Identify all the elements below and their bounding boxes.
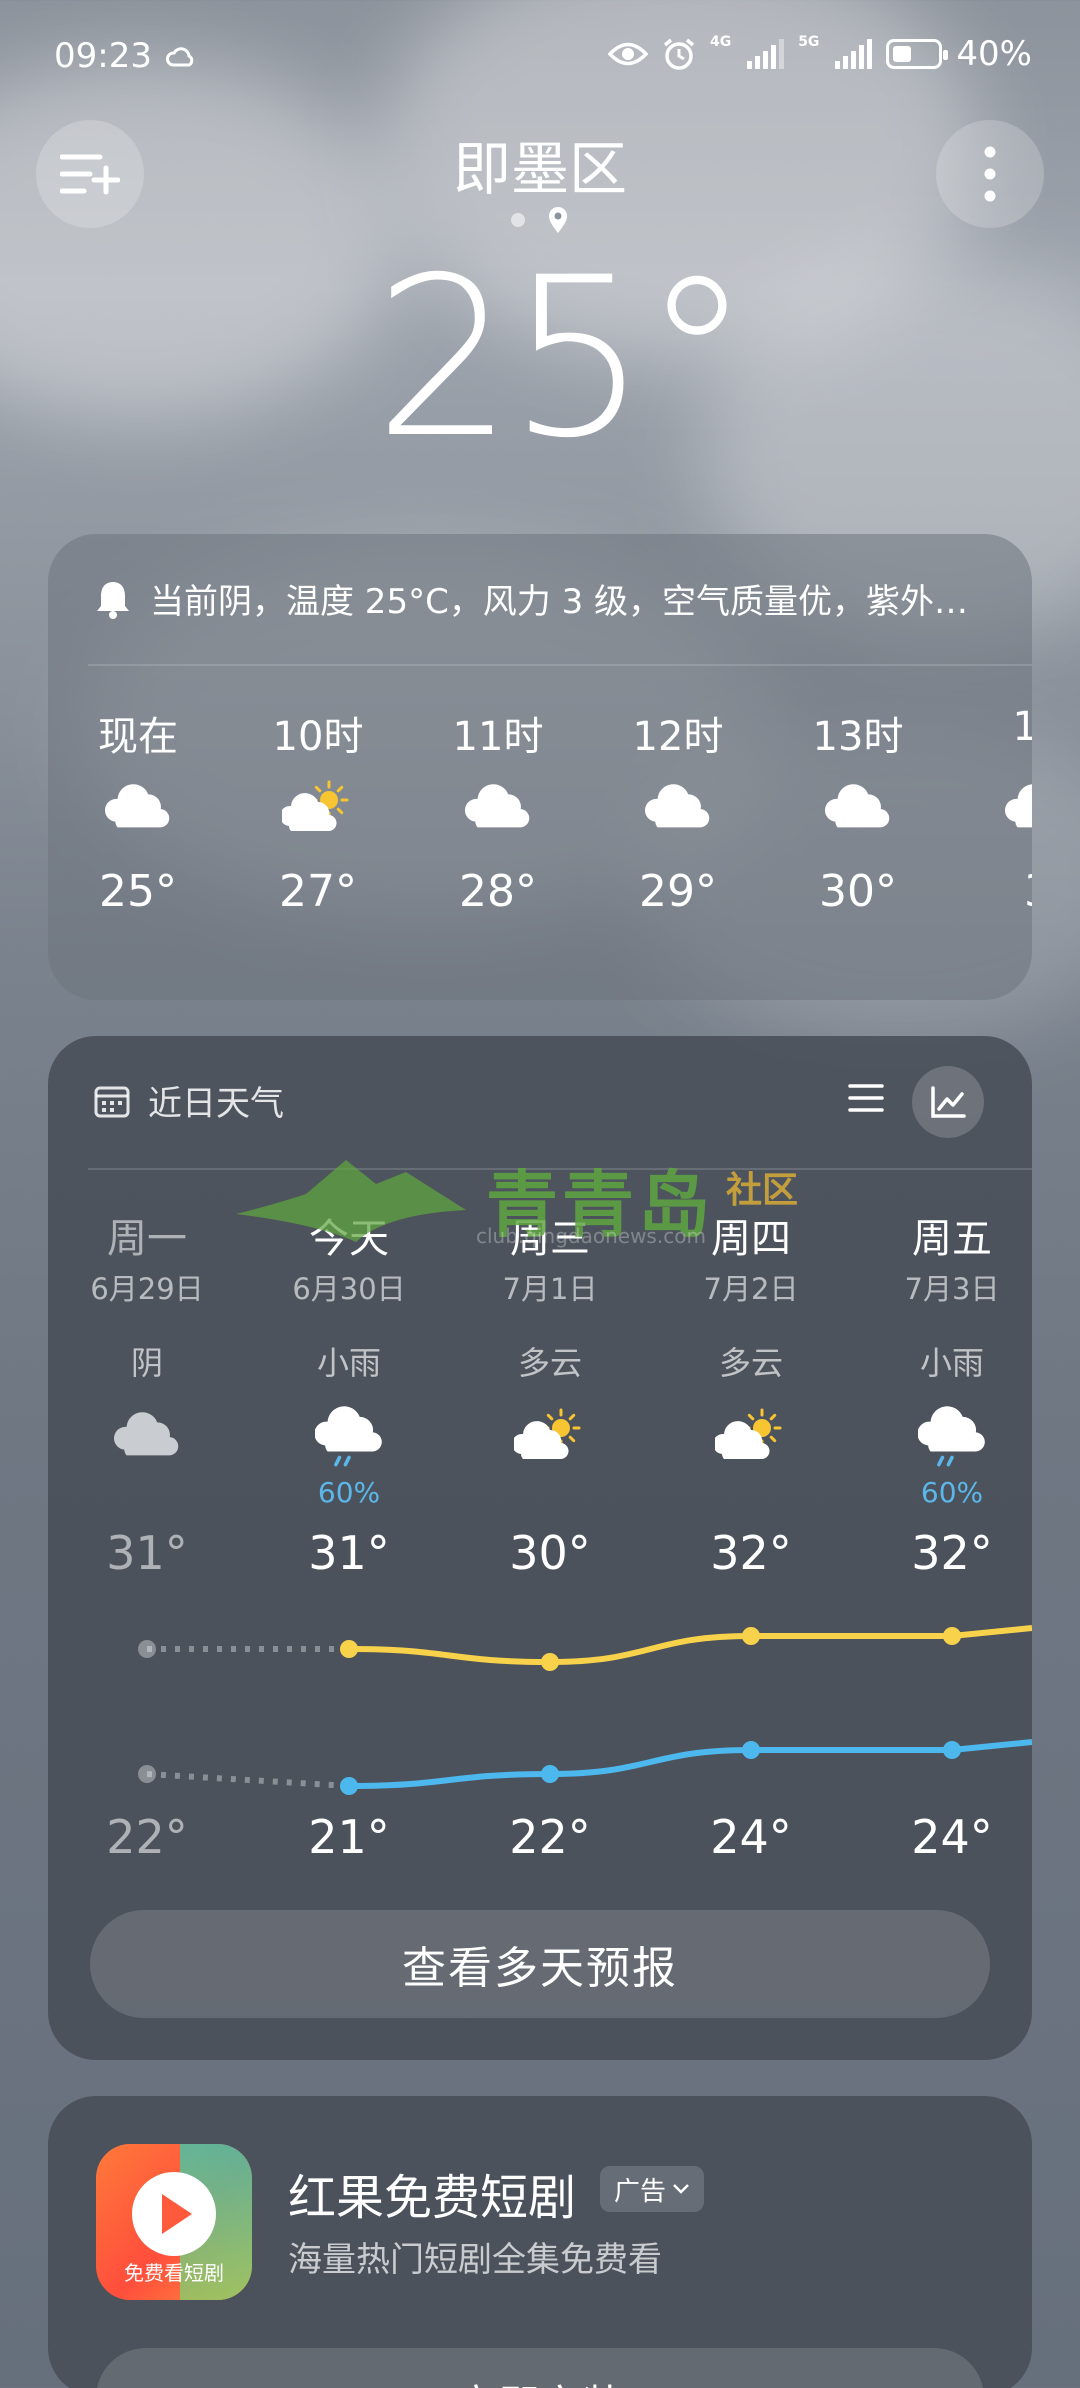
app-icon[interactable]: 免费看短剧 xyxy=(96,2144,252,2300)
cloudy-icon xyxy=(824,784,890,828)
hour-temp: 27° xyxy=(279,866,357,917)
ad-title[interactable]: 红果免费短剧 xyxy=(288,2158,576,2228)
status-bar: 09:23 4G 5G 40% xyxy=(0,0,1080,120)
low-temp-point xyxy=(138,1765,156,1783)
hourly-item: 14 3 xyxy=(948,704,1032,917)
hour-label: 13时 xyxy=(812,714,904,760)
cloudy-icon xyxy=(644,784,710,828)
hourly-item: 11时 28° xyxy=(408,704,588,917)
low-temp-line xyxy=(348,1739,1032,1789)
battery-level xyxy=(893,46,912,62)
hour-temp: 29° xyxy=(639,866,717,917)
current-temperature: 25° xyxy=(374,230,752,486)
low-temp-point xyxy=(742,1741,760,1759)
divider xyxy=(88,664,1032,666)
hourly-item: 12时 29° xyxy=(588,704,768,917)
daily-forecast-card: 近日天气 周一 6月29日 阴 31° 今天 6月30日 小雨 60% 31° … xyxy=(48,1036,1032,2060)
high-temp-point xyxy=(340,1640,358,1658)
high-temp-point xyxy=(742,1627,760,1645)
day-low-temp: 21° xyxy=(308,1810,390,1864)
app-icon-caption: 免费看短剧 xyxy=(124,2261,224,2285)
hour-label: 11时 xyxy=(452,714,544,760)
high-temp-point xyxy=(138,1640,156,1658)
hour-label: 10时 xyxy=(272,714,364,760)
status-icons: 4G 5G 40% xyxy=(607,34,1032,74)
hour-label: 14 xyxy=(1012,704,1032,750)
alarm-icon xyxy=(663,38,695,70)
chevron-down-icon xyxy=(673,2184,689,2194)
hour-label: 现在 xyxy=(98,714,178,760)
hour-temp: 28° xyxy=(459,866,537,917)
bell-icon xyxy=(97,581,129,619)
hour-temp: 3 xyxy=(948,866,1032,917)
cloudy-icon xyxy=(104,784,170,828)
day-low-temp: 24° xyxy=(710,1810,792,1864)
hour-temp: 30° xyxy=(819,866,897,917)
hour-icon xyxy=(588,760,768,856)
hour-icon xyxy=(948,760,1032,856)
ad-subtitle: 海量热门短剧全集免费看 xyxy=(288,2240,662,2280)
day-low-temp: 22° xyxy=(106,1810,188,1864)
signal-strength-icon-2 xyxy=(835,39,873,69)
low-temp-past-line xyxy=(146,1771,350,1789)
notice-text: 当前阴，温度 25°C，风力 3 级，空气质量优，紫外… xyxy=(150,582,969,622)
hour-icon xyxy=(48,760,228,856)
ad-card[interactable]: 免费看短剧 红果免费短剧 广告 海量热门短剧全集免费看 立即安装 xyxy=(48,2096,1032,2388)
network-type-4g: 4G xyxy=(709,34,732,50)
cloudy-icon xyxy=(1004,784,1032,828)
network-type-5g: 5G xyxy=(798,34,820,50)
signal-strength-icon xyxy=(747,39,785,69)
high-temp-point xyxy=(943,1627,961,1645)
temperature-trend-chart xyxy=(138,1625,1032,1795)
low-temp-point xyxy=(340,1777,358,1795)
partly-sunny-icon xyxy=(282,780,349,832)
hour-icon xyxy=(228,760,408,856)
page-dot xyxy=(511,213,525,227)
more-vertical-icon xyxy=(984,146,996,202)
high-temp-point xyxy=(541,1653,559,1671)
hour-icon xyxy=(408,760,588,856)
battery-percent: 40% xyxy=(956,34,1032,74)
weather-notice[interactable]: 当前阴，温度 25°C，风力 3 级，空气质量优，紫外… xyxy=(94,574,994,623)
hour-label: 12时 xyxy=(632,714,724,760)
day-low-temp: 22° xyxy=(509,1810,591,1864)
hourly-item: 现在 25° xyxy=(48,704,228,917)
ad-badge-label: 广告 xyxy=(614,2176,667,2207)
low-temp-point xyxy=(541,1765,559,1783)
ad-badge[interactable]: 广告 xyxy=(600,2166,705,2212)
hour-icon xyxy=(768,760,948,856)
battery-icon xyxy=(886,39,949,69)
hourly-forecast-card[interactable]: 当前阴，温度 25°C，风力 3 级，空气质量优，紫外… 现在 25° 10时 … xyxy=(48,534,1032,1000)
cloud-sync-icon xyxy=(165,46,194,66)
status-time: 09:23 xyxy=(54,36,195,76)
low-temp-point xyxy=(943,1741,961,1759)
more-options-button[interactable] xyxy=(936,120,1044,228)
day-low-temp: 24° xyxy=(911,1810,993,1864)
view-multi-day-forecast-button[interactable]: 查看多天预报 xyxy=(90,1910,990,2018)
hourly-item: 13时 30° xyxy=(768,704,948,917)
city-name[interactable]: 即墨区 xyxy=(0,122,1080,206)
hour-temp: 25° xyxy=(99,866,177,917)
install-button[interactable]: 立即安装 xyxy=(96,2348,984,2388)
eye-icon xyxy=(607,42,648,66)
cloudy-icon xyxy=(464,784,530,828)
high-temp-line xyxy=(348,1625,1032,1666)
hourly-item: 10时 27° xyxy=(228,704,408,917)
